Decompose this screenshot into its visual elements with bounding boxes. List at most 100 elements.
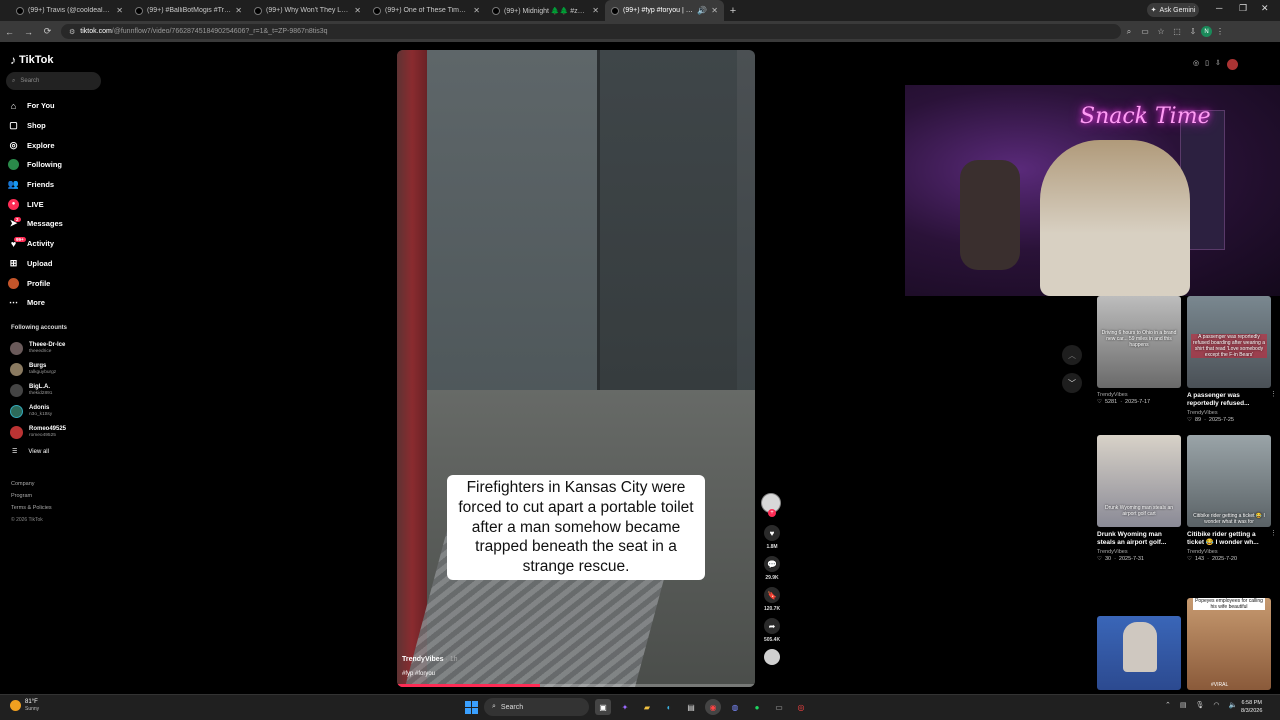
related-video-card[interactable]: Popeyes employees for calling his wife b… (1187, 598, 1271, 690)
video-progress-bar[interactable] (397, 684, 755, 687)
close-tab-icon[interactable]: ✕ (592, 6, 599, 15)
weather-widget[interactable]: 81°F Sunny (10, 699, 39, 712)
tray-chevron-icon[interactable]: ⌃ (1165, 701, 1171, 709)
system-clock[interactable]: 6:58 PM 8/3/2026 (1241, 699, 1262, 715)
following-account[interactable]: BigL.A. thekid2891 (10, 380, 66, 401)
download-icon[interactable]: ⇩ (1215, 59, 1221, 70)
related-video-card[interactable]: Driving 6 hours to Ohio in a brand new c… (1097, 296, 1181, 405)
nav-more[interactable]: ⋯ More (8, 293, 63, 313)
footer-link-company[interactable]: Company (11, 478, 52, 490)
microphone-icon[interactable]: 🎙 (1196, 701, 1205, 709)
extensions-icon[interactable]: ⬚ (1169, 27, 1185, 36)
nav-profile[interactable]: Profile (8, 273, 63, 293)
copilot-icon[interactable]: ✦ (617, 699, 633, 715)
volume-icon[interactable]: 🔈 (1229, 701, 1238, 709)
tiktok-logo[interactable]: ♪ TikTok (10, 53, 53, 67)
obs-icon[interactable]: ◎ (793, 699, 809, 715)
url-field[interactable]: ⚙ tiktok.com/@funnflow7/video/7662874518… (61, 24, 1121, 39)
share-button[interactable]: ➦ 505.4K (761, 618, 783, 643)
forward-button[interactable]: → (19, 27, 38, 37)
task-view-icon[interactable]: ▣ (595, 699, 611, 715)
store-icon[interactable]: ▤ (683, 699, 699, 715)
follow-plus-icon[interactable]: + (768, 509, 776, 517)
following-account[interactable]: Romeo49525 romeo49525 (10, 422, 66, 443)
close-tab-icon[interactable]: ✕ (116, 6, 123, 15)
account-name: Adonis (29, 405, 50, 411)
tab-fyp-active[interactable]: (99+) #fyp #foryou | Firefigh 🔊 ✕ (605, 0, 724, 21)
close-window-button[interactable]: ✕ (1261, 3, 1269, 14)
nav-shop[interactable]: ▢ Shop (8, 116, 63, 136)
like-button[interactable]: ♥ 1.8M (761, 525, 783, 550)
terminal-icon[interactable]: ▭ (771, 699, 787, 715)
discord-icon[interactable]: ◍ (727, 699, 743, 715)
previous-video-button[interactable]: ︿ (1062, 345, 1082, 365)
wifi-icon[interactable]: ◠ (1213, 701, 1219, 709)
related-video-card[interactable] (1097, 616, 1181, 690)
device-icon[interactable]: ▯ (1205, 59, 1209, 70)
downloads-icon[interactable]: ⇩ (1185, 27, 1201, 36)
edge-icon[interactable]: ◐ (661, 699, 677, 715)
tab-travis[interactable]: (99+) Travis (@cooldealcrazy) | T✕ (10, 0, 129, 21)
close-tab-icon[interactable]: ✕ (711, 6, 718, 15)
cast-icon[interactable]: ▭ (1137, 27, 1153, 36)
search-input[interactable]: ⌕ Search (6, 72, 101, 90)
nav-activity[interactable]: ♥ 99+ Activity (8, 234, 63, 254)
windows-start-icon[interactable] (465, 700, 478, 714)
zoom-icon[interactable]: ⌕ (1121, 27, 1137, 37)
video-player[interactable]: Firefighters in Kansas City were forced … (397, 50, 755, 687)
bookmark-star-icon[interactable]: ☆ (1153, 27, 1169, 36)
nav-messages[interactable]: ➤ 2 Messages (8, 214, 63, 234)
nav-live[interactable]: ● LIVE (8, 194, 63, 214)
tab-one-of-these[interactable]: (99+) One of These Times It'll W ✕ (367, 0, 486, 21)
speaker-icon[interactable]: 🔊 (697, 6, 707, 15)
maximize-button[interactable]: ❐ (1239, 3, 1247, 14)
profile-avatar[interactable]: N (1201, 26, 1212, 37)
list-icon: ☰ (12, 449, 18, 455)
following-account[interactable]: Burgs talkguyburgz (10, 359, 66, 380)
next-video-button[interactable]: ﹀ (1062, 373, 1082, 393)
video-hashtags[interactable]: #fyp #foryou (402, 671, 435, 677)
tab-why-wont[interactable]: (99+) Why Won't They Let Me i ✕ (248, 0, 367, 21)
following-account[interactable]: Theee-Dr-Ice theeedrice (10, 338, 66, 359)
related-video-card[interactable]: A passenger was reportedly refused board… (1187, 296, 1277, 423)
close-tab-icon[interactable]: ✕ (235, 6, 242, 15)
nav-for-you[interactable]: ⌂ For You (8, 96, 63, 116)
nav-upload[interactable]: ⊞ Upload (8, 254, 63, 274)
back-button[interactable]: ← (0, 27, 19, 37)
user-avatar[interactable] (1226, 59, 1238, 70)
related-video-card[interactable]: Drunk Wyoming man steals an airport golf… (1097, 435, 1181, 562)
related-video-card[interactable]: Citibike rider getting a ticket 😂 I wond… (1187, 435, 1277, 562)
nav-explore[interactable]: ◎ Explore (8, 135, 63, 155)
taskbar-search[interactable]: ⌕ Search (484, 698, 589, 716)
nav-friends[interactable]: 👥 Friends (8, 175, 63, 195)
more-options-icon[interactable]: ⋮ (1270, 390, 1277, 398)
close-tab-icon[interactable]: ✕ (354, 6, 361, 15)
creator-avatar[interactable]: + (761, 493, 781, 517)
chrome-icon[interactable]: ◉ (705, 699, 721, 715)
file-explorer-icon[interactable]: ▰ (639, 699, 655, 715)
reload-button[interactable]: ⟳ (38, 26, 57, 37)
view-all-link[interactable]: ☰ View all (12, 448, 49, 456)
more-options-icon[interactable]: ⋮ (1270, 529, 1277, 537)
copyright: © 2026 TikTok (11, 517, 43, 523)
ask-gemini-button[interactable]: ✦ Ask Gemini (1147, 3, 1199, 17)
nav-following[interactable]: Following (8, 155, 63, 175)
tab-ballibot[interactable]: (99+) #BalliBotMogis #Trending ✕ (129, 0, 248, 21)
close-tab-icon[interactable]: ✕ (473, 6, 480, 15)
site-info-icon[interactable]: ⚙ (69, 28, 75, 36)
footer-link-program[interactable]: Program (11, 490, 52, 502)
minimize-button[interactable]: ─ (1216, 3, 1222, 13)
tab-midnight[interactable]: (99+) Midnight 🌲🌲 #zombi ✕ (486, 0, 605, 21)
following-account[interactable]: Adonis n3o_k1ttsy (10, 401, 66, 422)
footer-link-terms[interactable]: Terms & Policies (11, 502, 52, 514)
new-tab-button[interactable]: + (724, 5, 742, 17)
tab-title: (99+) One of These Times It'll W (385, 7, 469, 14)
tray-app-icon[interactable]: ▤ (1180, 701, 1187, 709)
comment-button[interactable]: 💬 29.9K (761, 556, 783, 581)
save-button[interactable]: 🔖 120.7K (761, 587, 783, 612)
coin-icon[interactable]: ◎ (1193, 59, 1199, 70)
sound-disc[interactable] (761, 649, 783, 665)
spotify-icon[interactable]: ● (749, 699, 765, 715)
menu-kebab-icon[interactable]: ⋮ (1212, 27, 1228, 36)
video-author-line[interactable]: TrendyVibes · 1h (402, 656, 458, 663)
